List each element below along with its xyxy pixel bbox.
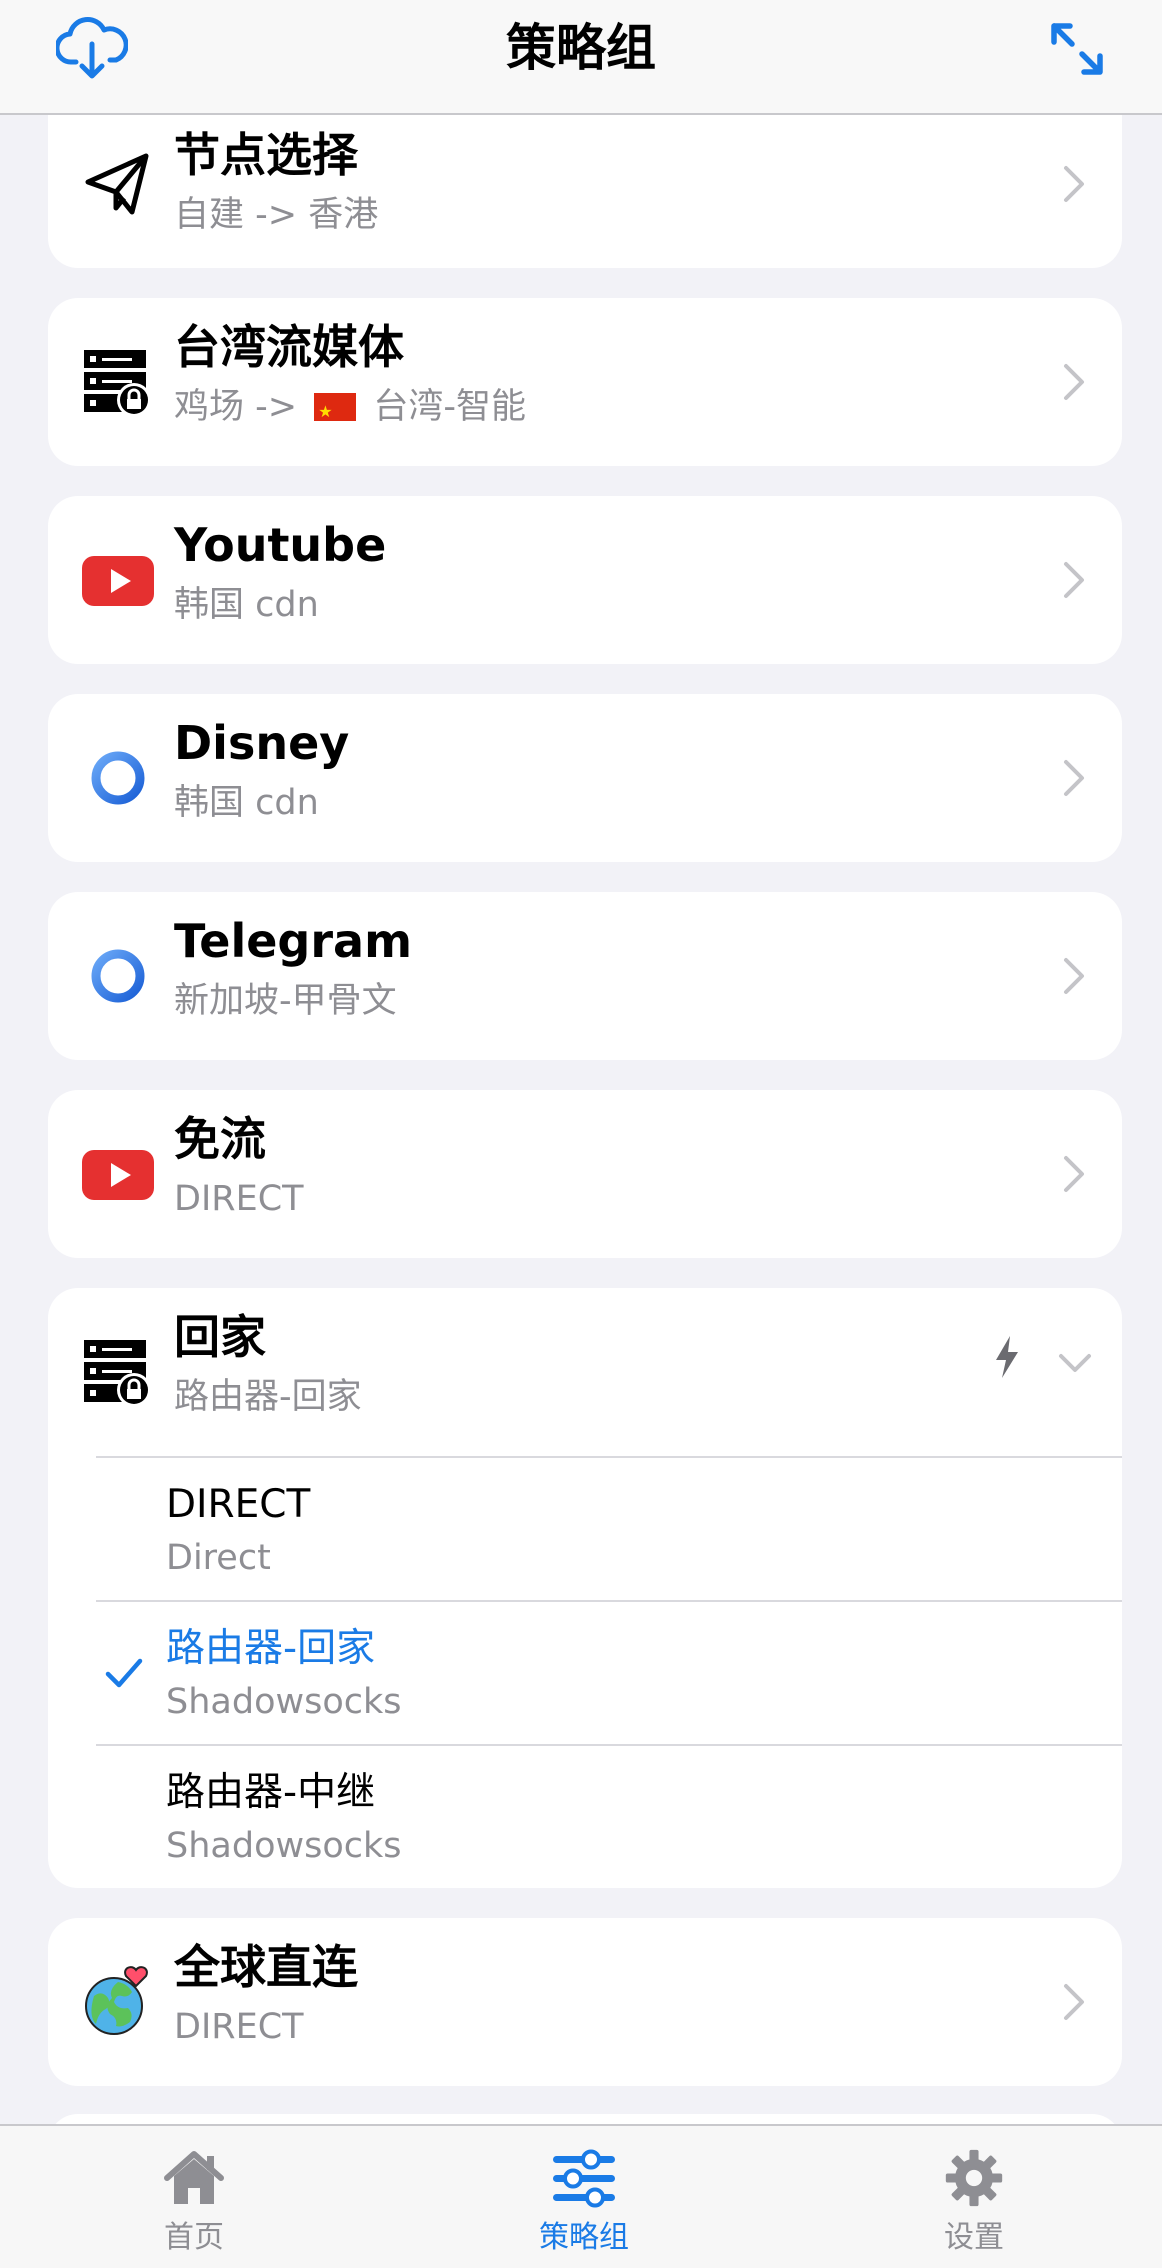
chevron-right-icon — [1064, 364, 1084, 400]
chevron-right-icon — [1064, 562, 1084, 598]
page-title: 策略组 — [506, 19, 656, 77]
group-name: 节点选择 — [174, 128, 358, 182]
policy-option[interactable]: DIRECT Direct — [96, 1456, 1122, 1600]
chevron-right-icon — [1064, 1156, 1084, 1192]
group-card-global-direct[interactable]: 全球直连 DIRECT — [48, 1918, 1122, 2086]
paper-plane-icon — [85, 153, 149, 215]
group-name: Youtube — [174, 518, 387, 572]
tab-home[interactable]: 首页 — [94, 2148, 294, 2258]
group-card-taiwan-media[interactable]: 台湾流媒体 鸡场 -> 台湾-智能 — [48, 298, 1122, 466]
group-name: Disney — [174, 716, 350, 770]
group-card-free-flow[interactable]: 免流 DIRECT — [48, 1090, 1122, 1258]
group-header-home[interactable]: 回家 路由器-回家 — [48, 1288, 1122, 1456]
group-card-disney[interactable]: Disney 韩国 cdn — [48, 694, 1122, 862]
option-name: 路由器-回家 — [166, 1626, 376, 1671]
group-selection: 路由器-回家 — [174, 1377, 362, 1417]
option-name: DIRECT — [166, 1482, 311, 1527]
option-type: Direct — [166, 1538, 271, 1578]
policy-option-selected[interactable]: 路由器-回家 Shadowsocks — [96, 1600, 1122, 1744]
group-card-telegram[interactable]: Telegram 新加坡-甲骨文 — [48, 892, 1122, 1060]
china-flag-icon — [314, 389, 357, 435]
group-name: 全球直连 — [174, 1940, 358, 1994]
group-selection: 韩国 cdn — [174, 783, 319, 823]
option-name: 路由器-中继 — [166, 1770, 376, 1815]
chevron-right-icon — [1064, 760, 1084, 796]
globe-heart-icon — [85, 1966, 148, 2035]
ring-icon — [91, 949, 145, 1003]
tab-label: 设置 — [944, 2220, 1004, 2255]
server-lock-icon — [84, 350, 151, 417]
option-type: Shadowsocks — [166, 1826, 402, 1866]
option-type: Shadowsocks — [166, 1682, 402, 1722]
policy-group-list: 节点选择 自建 -> 香港 台湾流媒体 鸡场 -> 台湾-智能 — [0, 0, 1162, 2268]
chevron-right-icon — [1064, 166, 1084, 202]
chevron-down-icon[interactable] — [1058, 1352, 1092, 1374]
server-lock-icon — [84, 1340, 151, 1407]
group-selection: 鸡场 -> 台湾-智能 — [174, 384, 527, 435]
group-name: 回家 — [174, 1310, 266, 1364]
group-name: 台湾流媒体 — [174, 320, 404, 374]
navigation-bar: 策略组 — [0, 0, 1162, 115]
tab-label: 策略组 — [539, 2220, 629, 2255]
youtube-icon — [82, 1150, 154, 1200]
sliders-icon — [553, 2149, 615, 2208]
sub-suffix: 台湾-智能 — [373, 387, 527, 427]
policy-option[interactable]: 路由器-中继 Shadowsocks — [96, 1744, 1122, 1888]
ring-icon — [91, 751, 145, 805]
tab-policy-groups[interactable]: 策略组 — [484, 2148, 684, 2258]
lightning-icon[interactable] — [992, 1334, 1022, 1380]
group-name: 免流 — [174, 1112, 266, 1166]
group-selection: 新加坡-甲骨文 — [174, 981, 397, 1021]
tab-label: 首页 — [164, 2220, 224, 2255]
group-name: Telegram — [174, 914, 413, 968]
group-card-home[interactable]: 回家 路由器-回家 DIRECT Direct 路由器-回家 Shadowsoc… — [48, 1288, 1122, 1888]
chevron-right-icon — [1064, 958, 1084, 994]
tab-bar: 首页 策略组 设置 — [0, 2124, 1162, 2268]
group-selection: DIRECT — [174, 1179, 304, 1219]
group-selection: DIRECT — [174, 2007, 304, 2047]
chevron-right-icon — [1064, 1984, 1084, 2020]
group-selection: 自建 -> 香港 — [174, 195, 379, 235]
group-card-youtube[interactable]: Youtube 韩国 cdn — [48, 496, 1122, 664]
youtube-icon — [82, 556, 154, 606]
sub-prefix: 鸡场 -> — [174, 387, 298, 427]
gear-icon — [945, 2149, 1003, 2207]
home-icon — [164, 2151, 224, 2204]
checkmark-icon — [105, 1658, 143, 1688]
group-selection: 韩国 cdn — [174, 585, 319, 625]
tab-settings[interactable]: 设置 — [874, 2148, 1074, 2258]
expand-icon[interactable] — [1048, 20, 1106, 78]
